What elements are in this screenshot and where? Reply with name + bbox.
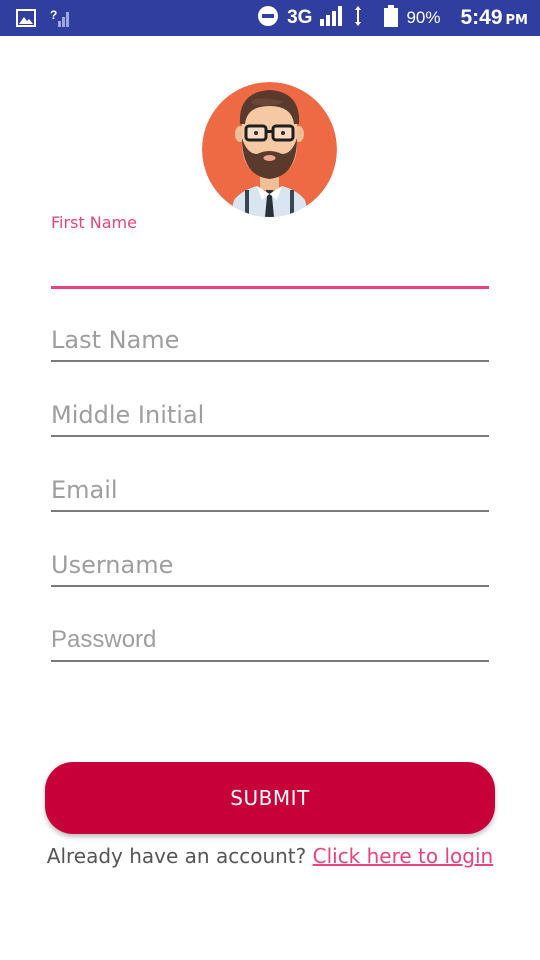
no-sim-signal-icon: ?	[50, 7, 72, 33]
email-underline	[51, 510, 489, 512]
last-name-field-container	[51, 320, 489, 362]
battery-percent: 90%	[406, 8, 441, 27]
username-underline	[51, 585, 489, 587]
status-bar: ? 3G 90% 5:49 PM	[0, 0, 540, 36]
first-name-label: First Name	[51, 213, 137, 232]
password-field-container	[51, 620, 489, 662]
svg-text:?: ?	[50, 8, 57, 22]
submit-button[interactable]: SUBMIT	[45, 762, 495, 834]
login-prompt-row: Already have an account? Click here to l…	[0, 844, 540, 868]
password-field[interactable]	[51, 620, 489, 660]
clock-time: 5:49	[460, 6, 503, 29]
username-field[interactable]	[51, 545, 489, 585]
email-field-container	[51, 470, 489, 512]
last-name-underline	[51, 360, 489, 362]
username-field-container	[51, 545, 489, 587]
login-prompt-text: Already have an account?	[46, 844, 307, 868]
data-arrows-icon	[354, 5, 362, 31]
do-not-disturb-icon	[257, 5, 279, 31]
password-underline	[51, 660, 489, 662]
clock: 5:49 PM	[461, 6, 529, 30]
bearded-man-avatar-icon	[202, 82, 337, 217]
clock-ampm: PM	[505, 13, 528, 28]
signal-bars-icon	[320, 5, 346, 31]
image-icon	[16, 8, 36, 32]
last-name-field[interactable]	[51, 320, 489, 360]
middle-initial-field-container	[51, 395, 489, 437]
email-field[interactable]	[51, 470, 489, 510]
network-type: 3G	[287, 7, 313, 28]
first-name-underline	[51, 286, 489, 289]
login-link[interactable]: Click here to login	[313, 844, 494, 868]
battery-icon	[384, 5, 399, 31]
middle-initial-field[interactable]	[51, 395, 489, 435]
middle-initial-underline	[51, 435, 489, 437]
first-name-field[interactable]	[51, 246, 489, 286]
first-name-field-container	[51, 246, 489, 289]
